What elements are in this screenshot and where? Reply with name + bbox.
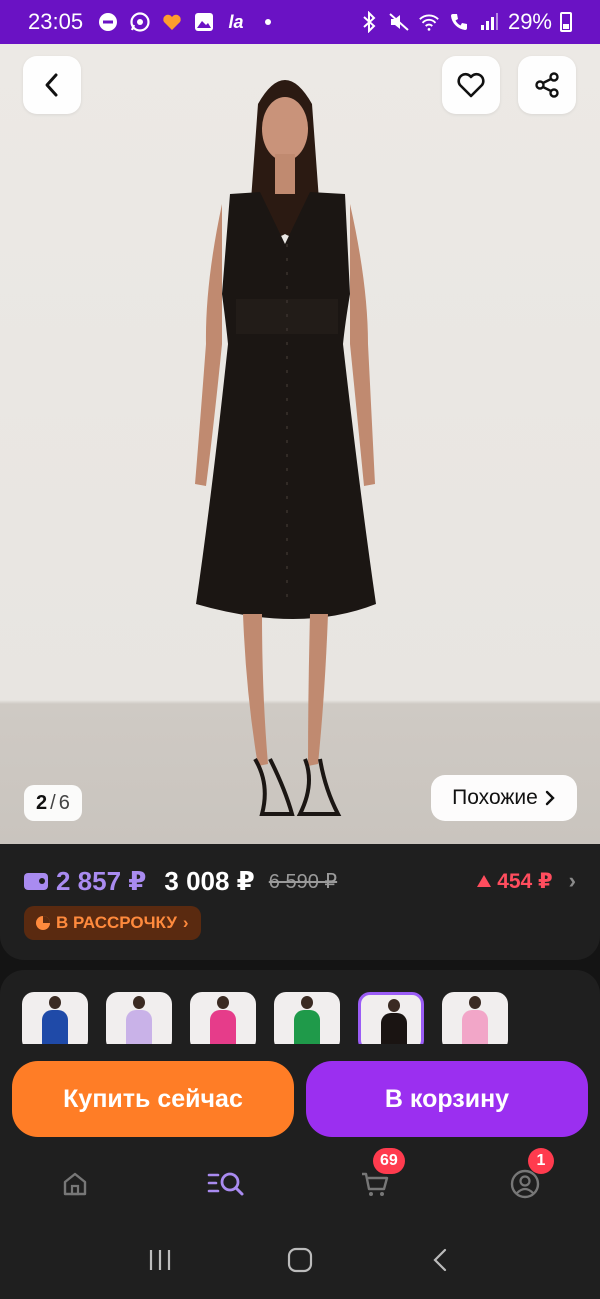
- bottom-sheet: Купить сейчас В корзину 69 1: [0, 970, 600, 1299]
- thumbnail-dress: [42, 1010, 68, 1044]
- thumbnail-dress: [462, 1010, 488, 1044]
- home-icon: [63, 1172, 87, 1196]
- pager-separator: /: [50, 791, 56, 814]
- wifi-icon: [418, 11, 440, 33]
- back-system-button[interactable]: [410, 1230, 470, 1290]
- variant-thumbnail[interactable]: [22, 992, 88, 1044]
- thumbnail-head: [133, 996, 145, 1009]
- screen: 23:05 la 29% 2 / 6 Похожие 2 857 ₽ 3 008…: [0, 0, 600, 1299]
- variant-thumbnail[interactable]: [190, 992, 256, 1044]
- wallet-icon: [24, 872, 48, 890]
- installment-badge[interactable]: В РАССРОЧКУ ›: [24, 906, 201, 940]
- thumbnail-head: [388, 999, 400, 1012]
- status-right-icons: 29%: [358, 9, 572, 35]
- pie-icon: [36, 916, 50, 930]
- chevron-right-icon: ›: [568, 868, 576, 893]
- price-change: 454 ₽ ›: [477, 868, 576, 894]
- recents-button[interactable]: [130, 1230, 190, 1290]
- variant-thumbnail[interactable]: [442, 992, 508, 1044]
- thumbnail-head: [217, 996, 229, 1009]
- thumbnail-head: [469, 996, 481, 1009]
- nav-profile[interactable]: 1: [495, 1148, 555, 1214]
- chevron-right-icon: [545, 790, 555, 806]
- nav-home[interactable]: [45, 1154, 105, 1214]
- home-square-icon: [287, 1247, 313, 1272]
- variant-thumbnail[interactable]: [358, 992, 424, 1044]
- home-system-button[interactable]: [270, 1230, 330, 1290]
- chevron-left-icon: [45, 73, 58, 97]
- cart-badge: 69: [373, 1148, 405, 1174]
- thumbnail-head: [301, 996, 313, 1009]
- back-chevron-icon: [433, 1248, 447, 1271]
- share-icon: [535, 72, 559, 98]
- profile-badge: 1: [528, 1148, 554, 1174]
- back-button[interactable]: [23, 56, 81, 114]
- heart-icon: [457, 72, 485, 98]
- image-pager: 2 / 6: [24, 785, 82, 821]
- wifi-call-icon: [448, 11, 470, 33]
- gallery-icon: [193, 11, 215, 33]
- buy-now-button[interactable]: Купить сейчас: [12, 1061, 294, 1137]
- la-icon: la: [228, 11, 244, 32]
- share-button[interactable]: [518, 56, 576, 114]
- price-regular: 3 008 ₽: [164, 865, 255, 896]
- variant-thumbnail[interactable]: [274, 992, 340, 1044]
- dnd-icon: [97, 11, 119, 33]
- pager-total: 6: [58, 791, 70, 814]
- price-wallet: 2 857 ₽: [56, 865, 147, 896]
- status-left-icons: la: [97, 11, 279, 33]
- hearts-icon: [161, 11, 183, 33]
- price-card: 2 857 ₽ 3 008 ₽ 6 590 ₽ 454 ₽ › В РАССРО…: [0, 844, 600, 960]
- product-photo: [195, 80, 376, 816]
- chevron-right-icon: ›: [182, 913, 189, 932]
- favorite-button[interactable]: [442, 56, 500, 114]
- thumbnail-dress: [210, 1010, 236, 1044]
- product-gallery[interactable]: 2 / 6 Похожие: [0, 44, 600, 844]
- similar-label: Похожие: [452, 786, 538, 809]
- nav-catalog[interactable]: [196, 1154, 256, 1214]
- battery-percent: 29%: [507, 9, 552, 34]
- installment-label: В РАССРОЧКУ: [56, 913, 177, 932]
- status-bar: 23:05 la 29%: [0, 0, 600, 44]
- dot-icon: [257, 11, 279, 33]
- color-variants: [22, 992, 582, 1044]
- signal-icon: [478, 11, 500, 33]
- bluetooth-icon: [358, 11, 380, 33]
- variant-thumbnail[interactable]: [106, 992, 172, 1044]
- price-change-value: 454 ₽: [497, 869, 553, 893]
- add-to-cart-button[interactable]: В корзину: [306, 1061, 588, 1137]
- similar-button[interactable]: Похожие: [431, 775, 577, 821]
- nav-cart[interactable]: 69: [345, 1148, 405, 1214]
- price-old: 6 590 ₽: [268, 870, 338, 893]
- catalog-search-icon: [207, 1172, 244, 1196]
- recents-icon: [149, 1249, 171, 1270]
- thumbnail-head: [49, 996, 61, 1009]
- pager-current: 2: [36, 791, 48, 814]
- mute-icon: [388, 11, 410, 33]
- whatsapp-icon: [129, 11, 151, 33]
- price-row[interactable]: 2 857 ₽ 3 008 ₽ 6 590 ₽ 454 ₽ ›: [24, 866, 576, 896]
- battery-icon: [560, 12, 572, 32]
- triangle-up-icon: [477, 875, 492, 887]
- system-nav-bar: [0, 1220, 600, 1299]
- bottom-nav: 69 1: [0, 1148, 600, 1222]
- thumbnail-dress: [126, 1010, 152, 1044]
- status-time: 23:05: [28, 9, 84, 34]
- thumbnail-dress: [294, 1010, 320, 1044]
- thumbnail-dress: [381, 1013, 407, 1044]
